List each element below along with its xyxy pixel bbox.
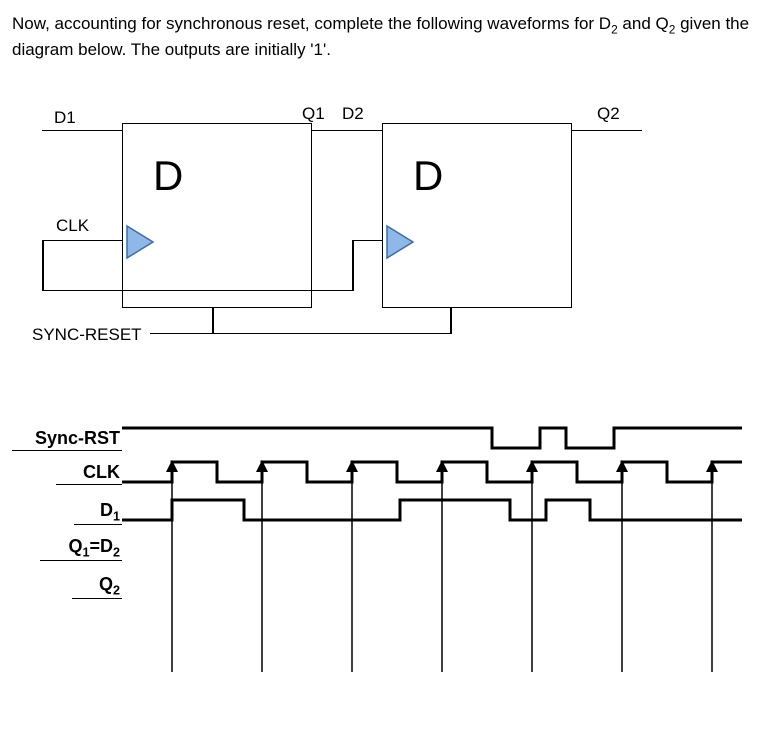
wave-clk: [122, 462, 742, 482]
wire-srst-h: [150, 333, 450, 335]
row-label-sync-rst: Sync-RST: [12, 428, 122, 451]
row-label-clk: CLK: [56, 462, 122, 485]
label-d2: D2: [342, 104, 364, 124]
clk-triangle-icon: [385, 224, 419, 260]
label-q1: Q1: [302, 104, 325, 124]
wire-d1-in: [42, 130, 122, 132]
wire-clk-h1: [42, 290, 352, 292]
label-sync-reset: SYNC-RESET: [32, 325, 142, 345]
wave-sync-rst: [122, 428, 742, 448]
flip-flop-1: D: [122, 123, 312, 308]
wire-srst-v2: [450, 308, 452, 334]
row-label-d1: D1: [74, 500, 122, 526]
wire-q2-out: [572, 130, 642, 132]
d-letter-2: D: [413, 152, 443, 200]
wire-clk-v2: [352, 240, 354, 291]
row-label-q2: Q2: [72, 574, 122, 600]
d-letter-1: D: [153, 152, 183, 200]
wire-clk-v1: [42, 240, 44, 290]
prompt-sub-1: 2: [611, 22, 618, 36]
clk-triangle-icon: [125, 224, 159, 260]
circuit-diagram: D1 Q1 D2 Q2 D D CLK SYNC-RESET: [42, 108, 732, 388]
wire-clk-ff2: [352, 240, 382, 242]
prompt-text-2: and Q: [618, 14, 669, 33]
wire-srst-v1: [212, 308, 214, 334]
waveform-canvas: [122, 422, 742, 672]
label-d1: D1: [54, 108, 76, 128]
flip-flop-2: D: [382, 123, 572, 308]
row-label-q1d2: Q1=D2: [40, 536, 122, 562]
wire-clk-ff1: [42, 240, 122, 242]
label-q2: Q2: [597, 104, 620, 124]
wire-q1-d2: [312, 130, 382, 132]
timing-diagram: Sync-RST CLK D1 Q1=D2 Q2: [12, 428, 732, 678]
wave-d1: [122, 500, 742, 520]
label-clk: CLK: [56, 216, 89, 236]
question-prompt: Now, accounting for synchronous reset, c…: [12, 12, 772, 62]
prompt-text-1: Now, accounting for synchronous reset, c…: [12, 14, 611, 33]
